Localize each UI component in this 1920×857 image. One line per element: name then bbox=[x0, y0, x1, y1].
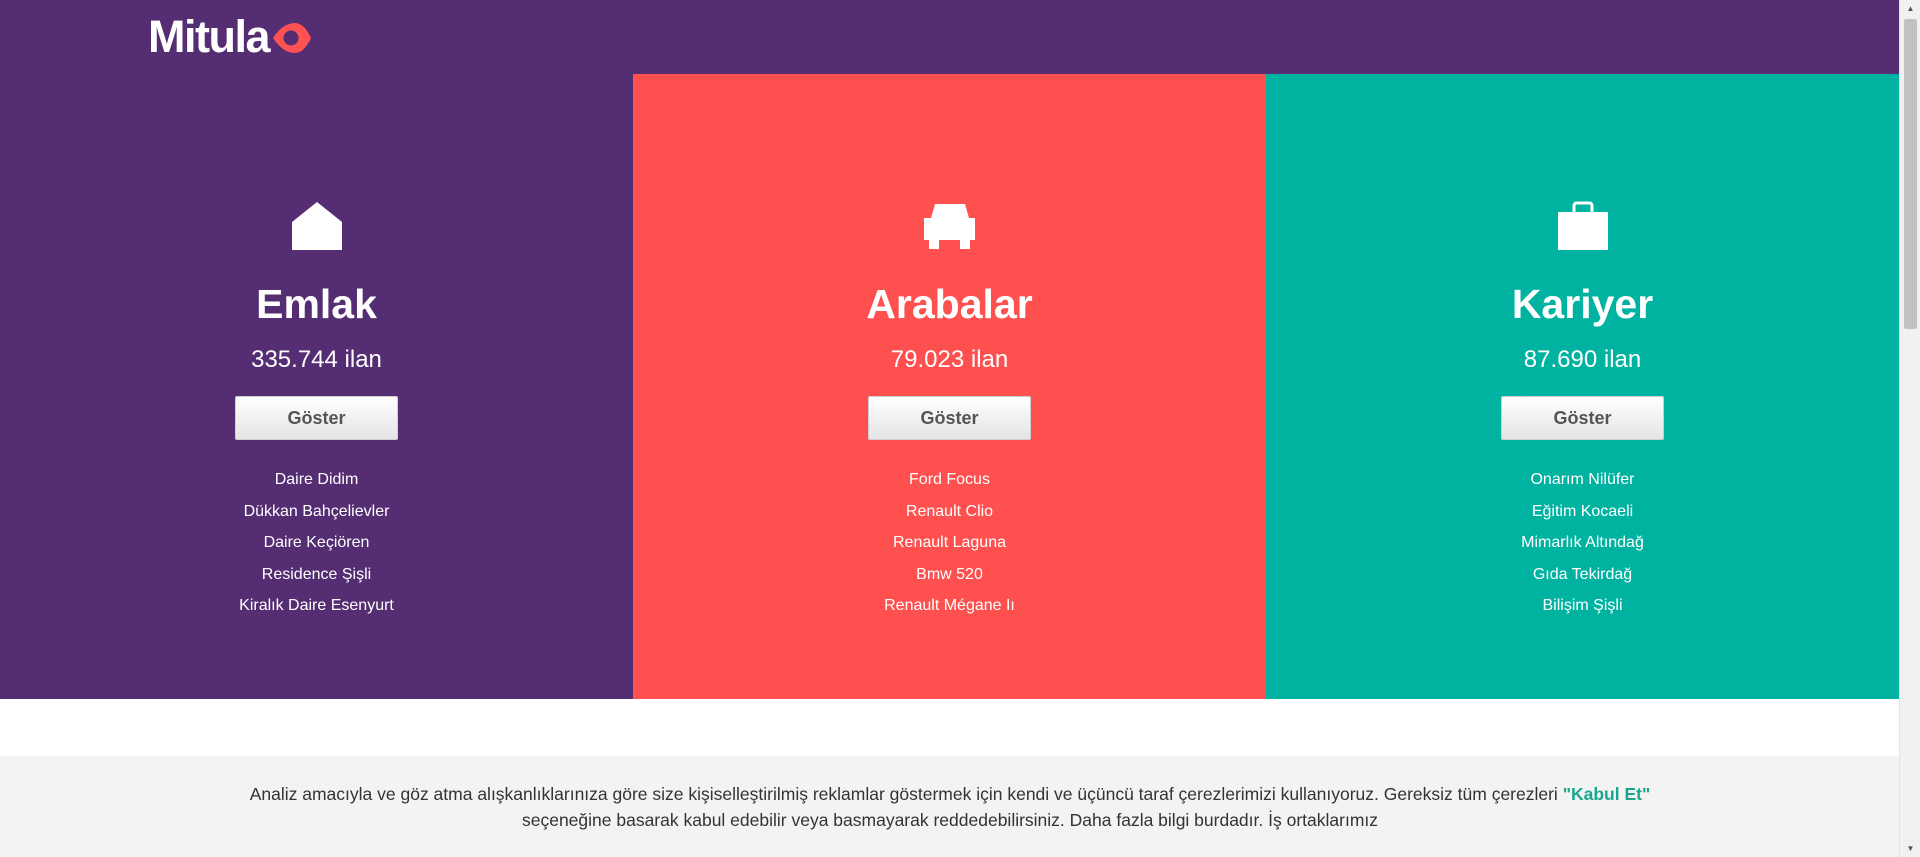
link-item[interactable]: Mimarlık Altındağ bbox=[1521, 527, 1644, 559]
link-item[interactable]: Gıda Tekirdağ bbox=[1521, 559, 1644, 591]
scroll-up-arrow-icon[interactable]: ▲ bbox=[1900, 0, 1920, 17]
section-arabalar: Arabalar 79.023 ilan Göster Ford Focus R… bbox=[633, 74, 1266, 699]
show-emlak-button[interactable]: Göster bbox=[235, 396, 398, 440]
accept-cookies-link[interactable]: "Kabul Et" bbox=[1563, 784, 1651, 804]
link-item[interactable]: Bmw 520 bbox=[884, 559, 1015, 591]
cookie-banner: Analiz amacıyla ve göz atma alışkanlıkla… bbox=[0, 756, 1899, 857]
listing-count: 87.690 ilan bbox=[1523, 346, 1642, 373]
link-item[interactable]: Renault Laguna bbox=[884, 527, 1015, 559]
link-list: Ford Focus Renault Clio Renault Laguna B… bbox=[884, 464, 1015, 622]
scroll-down-arrow-icon[interactable]: ▼ bbox=[1900, 840, 1920, 857]
section-kariyer: Kariyer 87.690 ilan Göster Onarım Nilüfe… bbox=[1266, 74, 1899, 699]
link-item[interactable]: Dükkan Bahçelievler bbox=[239, 496, 394, 528]
listing-count: 79.023 ilan bbox=[890, 346, 1009, 373]
section-emlak: Emlak 335.744 ilan Göster Daire Didim Dü… bbox=[0, 74, 633, 699]
section-title: Emlak bbox=[256, 281, 377, 327]
partners-link[interactable]: İş ortaklarımız bbox=[1268, 810, 1378, 830]
page-scrollbar[interactable]: ▲ ▼ bbox=[1899, 0, 1920, 857]
mitula-logo[interactable]: Mitula bbox=[148, 14, 313, 59]
link-item[interactable]: Bilişim Şişli bbox=[1521, 590, 1644, 622]
eye-logo-icon bbox=[273, 22, 311, 53]
scrollbar-thumb[interactable] bbox=[1904, 19, 1917, 329]
more-info-link[interactable]: burdadır. bbox=[1194, 810, 1263, 830]
link-item[interactable]: Renault Mégane Iı bbox=[884, 590, 1015, 622]
link-item[interactable]: Daire Keçiören bbox=[239, 527, 394, 559]
cookie-message: Analiz amacıyla ve göz atma alışkanlıkla… bbox=[150, 781, 1750, 833]
link-item[interactable]: Renault Clio bbox=[884, 496, 1015, 528]
section-title: Arabalar bbox=[866, 281, 1033, 327]
briefcase-icon bbox=[1555, 198, 1611, 254]
link-item[interactable]: Kiralık Daire Esenyurt bbox=[239, 590, 394, 622]
link-list: Daire Didim Dükkan Bahçelievler Daire Ke… bbox=[239, 464, 394, 622]
show-arabalar-button[interactable]: Göster bbox=[868, 396, 1031, 440]
link-item[interactable]: Eğitim Kocaeli bbox=[1521, 496, 1644, 528]
listing-count: 335.744 ilan bbox=[251, 346, 382, 373]
category-sections: Emlak 335.744 ilan Göster Daire Didim Dü… bbox=[0, 74, 1899, 699]
car-icon bbox=[922, 198, 978, 254]
link-list: Onarım Nilüfer Eğitim Kocaeli Mimarlık A… bbox=[1521, 464, 1644, 622]
site-header: Mitula bbox=[0, 0, 1899, 74]
link-item[interactable]: Daire Didim bbox=[239, 464, 394, 496]
link-item[interactable]: Onarım Nilüfer bbox=[1521, 464, 1644, 496]
cookie-text-start: Analiz amacıyla ve göz atma alışkanlıkla… bbox=[249, 784, 1563, 804]
link-item[interactable]: Ford Focus bbox=[884, 464, 1015, 496]
section-title: Kariyer bbox=[1511, 281, 1654, 327]
link-item[interactable]: Residence Şişli bbox=[239, 559, 394, 591]
logo-text: Mitula bbox=[148, 11, 271, 62]
show-kariyer-button[interactable]: Göster bbox=[1501, 396, 1664, 440]
house-icon bbox=[289, 198, 345, 254]
cookie-text-end: seçeneğine basarak kabul edebilir veya b… bbox=[521, 810, 1195, 830]
